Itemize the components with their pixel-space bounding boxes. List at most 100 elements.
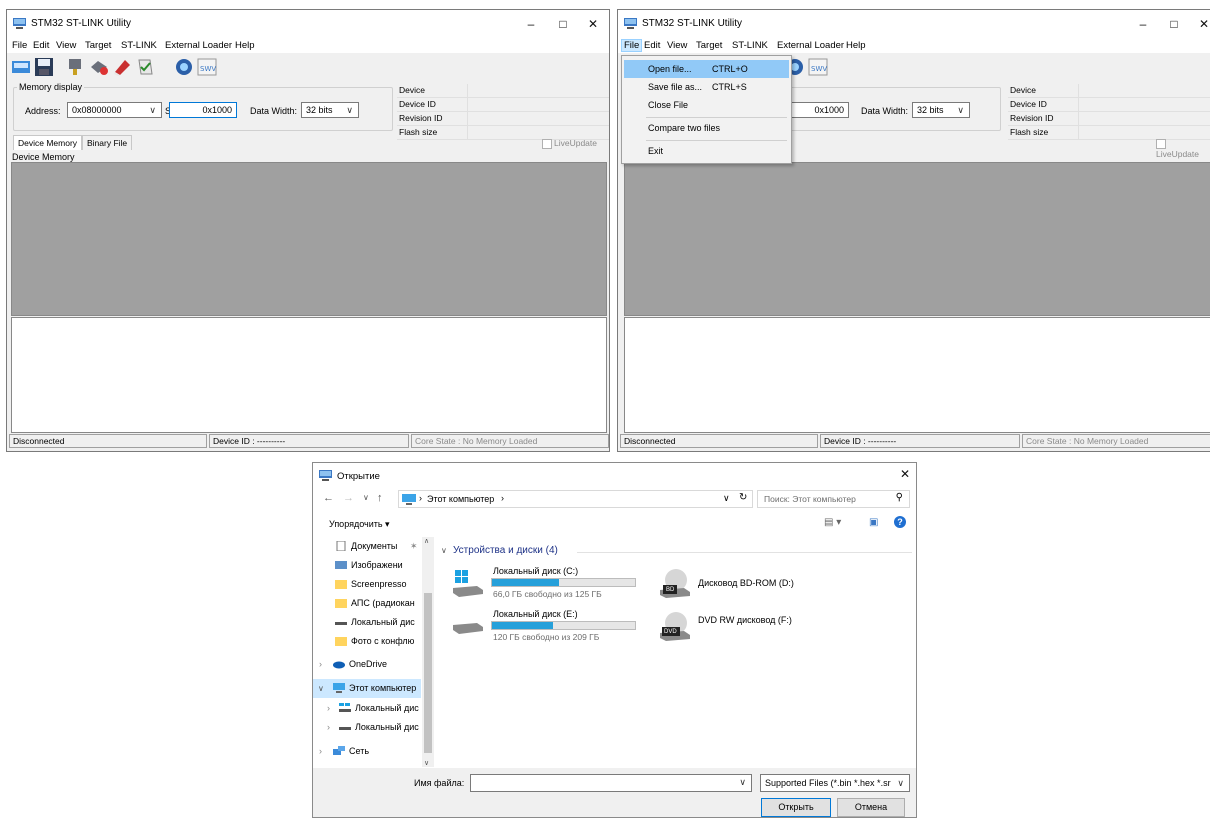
file-type-filter[interactable]: Supported Files (*.bin *.hex *.sr [760,774,910,792]
device-label: Device [1010,85,1036,95]
disconnect-icon[interactable] [89,57,109,77]
connect-icon[interactable] [65,57,85,77]
open-file-dialog: Открытие ✕ ← → ∨ ↑ › Этот компьютер › ∨ … [312,462,917,818]
expand-chevron-icon[interactable]: › [327,699,330,718]
erase-icon[interactable] [112,57,132,77]
drive-d-name: Дисковод BD-ROM (D:) [698,578,794,588]
expand-chevron-icon[interactable]: › [319,742,322,761]
drive-c[interactable]: Локальный диск (C:) 66,0 ГБ свободно из … [453,566,643,602]
memory-tabs: Device Memory Binary File [13,135,213,150]
svg-text:SWV: SWV [811,65,827,73]
menu-separator [646,117,787,118]
window-title: STM32 ST-LINK Utility [31,18,132,29]
program-verify-icon[interactable] [135,57,155,77]
collapse-chevron-icon[interactable]: ∨ [318,679,324,698]
menu-item-compare-two-files[interactable]: Compare two files [624,119,789,137]
address-field[interactable]: 0x08000000 [67,102,162,118]
scrollbar-thumb[interactable] [424,593,432,753]
up-arrow-icon[interactable]: ↑ [377,492,383,504]
menu-st-link[interactable]: ST-LINK [732,40,768,51]
windows-drive-icon [453,570,483,597]
core-state-status: Core State : No Memory Loaded [1022,434,1210,448]
tab-device-memory[interactable]: Device Memory [13,135,83,150]
preview-pane-icon[interactable]: ▣ [869,517,878,528]
drive-d[interactable]: BD Дисковод BD-ROM (D:) [660,566,850,602]
menu-file[interactable]: File [620,39,643,52]
address-dropdown-icon[interactable]: ∨ [723,493,730,504]
device-id-label: Device ID [1010,99,1047,109]
menu-edit[interactable]: Edit [644,40,660,51]
address-label: Address: [25,106,61,116]
data-width-select[interactable]: 32 bits [301,102,359,118]
menu-item-save-file-as[interactable]: Save file as... CTRL+S [624,78,789,96]
menu-item-exit[interactable]: Exit [624,142,789,160]
cloud-icon [333,661,345,669]
minimize-button[interactable]: – [1128,15,1158,33]
back-arrow-icon[interactable]: ← [323,492,334,504]
refresh-icon[interactable]: ↻ [739,492,747,503]
save-icon[interactable] [34,57,54,77]
device-id-status: Device ID : ---------- [820,434,1020,448]
section-header[interactable]: Устройства и диски (4) [453,545,558,556]
device-info-table: Device Device ID Revision ID Flash size [397,84,609,140]
dialog-title: Открытие [337,471,380,482]
tree-item-this-pc[interactable]: ∨ Этот компьютер [313,679,421,698]
organize-button[interactable]: Упорядочить ▾ [329,519,390,530]
drive-f[interactable]: DVD DVD RW дисковод (F:) [660,609,850,645]
drive-e-usage-bar [491,621,636,630]
help-icon[interactable]: ? [894,516,906,528]
live-update-checkbox[interactable]: LiveUpdate [1156,138,1210,159]
maximize-button[interactable]: □ [548,15,578,33]
expand-chevron-icon[interactable]: › [327,718,330,737]
menu-edit[interactable]: Edit [33,40,49,51]
menu-file[interactable]: File [12,40,27,51]
size-field[interactable]: 0x1000 [169,102,237,118]
search-input[interactable]: Поиск: Этот компьютер ⚲ [757,490,910,508]
connection-status: Disconnected [9,434,207,448]
data-width-label: Data Width: [250,106,298,116]
menu-target[interactable]: Target [696,40,722,51]
forward-arrow-icon[interactable]: → [343,492,354,504]
section-chevron-icon[interactable]: ∨ [441,546,447,555]
menu-target[interactable]: Target [85,40,111,51]
swv-icon[interactable]: SWV [197,57,217,77]
dialog-close-button[interactable]: ✕ [893,465,916,483]
folder-icon [335,599,347,608]
tab-binary-file[interactable]: Binary File [82,135,133,150]
menu-view[interactable]: View [56,40,76,51]
maximize-button[interactable]: □ [1159,15,1189,33]
menu-item-close-file[interactable]: Close File [624,96,789,114]
menu-item-open-file[interactable]: Open file... CTRL+O [624,60,789,78]
core-icon[interactable] [174,57,194,77]
close-button[interactable]: ✕ [1189,15,1210,33]
menu-view[interactable]: View [667,40,687,51]
open-button[interactable]: Открыть [761,798,831,817]
data-width-label: Data Width: [861,106,909,116]
menu-help[interactable]: Help [846,40,866,51]
view-options-icon[interactable]: ▤ ▾ [824,517,841,528]
menu-st-link[interactable]: ST-LINK [121,40,157,51]
dialog-icon [319,470,332,481]
cancel-button[interactable]: Отмена [837,798,905,817]
minimize-button[interactable]: – [516,15,546,33]
filename-input[interactable] [470,774,752,792]
size-field[interactable]: 0x1000 [791,102,849,118]
tree-scrollbar[interactable]: ∧ ∨ [422,537,434,767]
menu-help[interactable]: Help [235,40,255,51]
menu-external-loader[interactable]: External Loader [165,40,232,51]
live-update-checkbox[interactable]: LiveUpdate [542,138,597,149]
app-icon [13,18,26,29]
section-divider [577,552,912,553]
open-file-icon[interactable] [11,57,31,77]
drive-e[interactable]: Локальный диск (E:) 120 ГБ свободно из 2… [453,609,643,645]
recent-chevron-icon[interactable]: ∨ [363,493,369,502]
swv-icon[interactable]: SWV [808,57,828,77]
memory-view [11,162,607,316]
menu-external-loader[interactable]: External Loader [777,40,844,51]
data-width-select[interactable]: 32 bits [912,102,970,118]
drive-icon [335,622,347,625]
address-bar[interactable]: › Этот компьютер › ∨ ↻ [398,490,753,508]
expand-chevron-icon[interactable]: › [319,655,322,674]
drive-e-name: Локальный диск (E:) [493,609,578,619]
close-button[interactable]: ✕ [578,15,608,33]
